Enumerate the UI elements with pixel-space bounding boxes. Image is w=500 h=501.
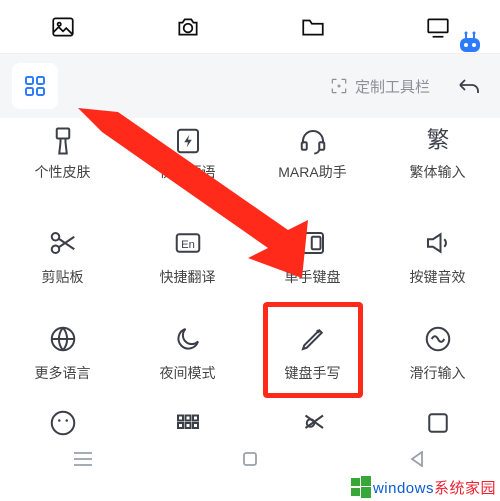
tool-label: MARA助手: [278, 162, 346, 182]
tool-item[interactable]: [0, 400, 125, 446]
svg-text:繁: 繁: [426, 127, 449, 152]
action-folder[interactable]: [250, 14, 375, 40]
action-camera[interactable]: [125, 14, 250, 40]
customize-toolbar-button[interactable]: 定制工具栏: [329, 76, 430, 97]
tool-skin[interactable]: 个性皮肤: [0, 122, 125, 208]
tool-label: 剪贴板: [42, 267, 84, 287]
tool-header: 定制工具栏: [0, 54, 500, 118]
tool-label: 单手键盘: [285, 267, 341, 287]
camera-icon: [175, 14, 201, 40]
tool-row: 个性皮肤 快捷短语 MARA助手 繁 繁体输入: [0, 122, 500, 208]
tool-one-hand-keyboard[interactable]: 单手键盘: [250, 208, 375, 304]
brush-icon: [48, 126, 78, 156]
tool-quick-phrase[interactable]: 快捷短语: [125, 122, 250, 208]
tool-item[interactable]: [250, 400, 375, 446]
tool-traditional-input[interactable]: 繁 繁体输入: [375, 122, 500, 208]
tool-label: 滑行输入: [410, 363, 466, 383]
tool-label: 快捷翻译: [160, 267, 216, 287]
wave-icon: [423, 321, 453, 357]
tool-label: 更多语言: [35, 363, 91, 383]
tool-keyboard-handwriting[interactable]: 键盘手写: [250, 304, 375, 400]
grid-view-button[interactable]: [12, 63, 58, 109]
expand-icon: [329, 76, 349, 96]
tool-label: 快捷短语: [160, 162, 216, 182]
tool-label: 键盘手写: [285, 363, 341, 383]
tool-grid: 个性皮肤 快捷短语 MARA助手 繁 繁体输入 剪贴板 En 快捷翻译 单手键盘: [0, 118, 500, 446]
system-nav-bar: [0, 444, 500, 474]
customize-toolbar-label: 定制工具栏: [355, 76, 430, 97]
tool-more-languages[interactable]: 更多语言: [0, 304, 125, 400]
nav-back[interactable]: [334, 451, 499, 467]
nav-home[interactable]: [167, 451, 332, 467]
back-button[interactable]: [450, 67, 488, 105]
headset-icon: [298, 126, 328, 156]
tool-label: 夜间模式: [160, 363, 216, 383]
tool-quick-translate[interactable]: En 快捷翻译: [125, 208, 250, 304]
folder-icon: [300, 14, 326, 40]
traditional-char-icon: 繁: [423, 126, 453, 156]
tool-row: 更多语言 夜间模式 键盘手写 滑行输入: [0, 304, 500, 400]
globe-icon: [48, 321, 78, 357]
action-bar: [0, 0, 500, 54]
scissors-icon: [48, 225, 78, 261]
tool-row: [0, 400, 500, 446]
watermark-text: windows系统家园: [371, 474, 500, 500]
windows-logo-icon: [351, 476, 373, 498]
svg-text:En: En: [181, 239, 195, 251]
square-icon: [423, 405, 453, 441]
lightning-note-icon: [173, 126, 203, 156]
assistant-robot-icon[interactable]: [454, 28, 486, 60]
tool-key-sound[interactable]: 按键音效: [375, 208, 500, 304]
one-hand-icon: [298, 225, 328, 261]
emoji-icon: [48, 405, 78, 441]
tool-mara-assistant[interactable]: MARA助手: [250, 122, 375, 208]
mic-icon: [298, 405, 328, 441]
keypad-icon: [173, 405, 203, 441]
tool-row: 剪贴板 En 快捷翻译 单手键盘 按键音效: [0, 208, 500, 304]
action-image[interactable]: [0, 14, 125, 40]
undo-icon: [456, 75, 482, 97]
tool-swipe-input[interactable]: 滑行输入: [375, 304, 500, 400]
tool-night-mode[interactable]: 夜间模式: [125, 304, 250, 400]
image-icon: [50, 14, 76, 40]
translate-icon: En: [173, 225, 203, 261]
tool-label: 繁体输入: [410, 162, 466, 182]
pencil-icon: [298, 321, 328, 357]
tool-item[interactable]: [125, 400, 250, 446]
tool-clipboard[interactable]: 剪贴板: [0, 208, 125, 304]
tool-label: 按键音效: [410, 267, 466, 287]
tool-item[interactable]: [375, 400, 500, 446]
tool-label: 个性皮肤: [35, 162, 91, 182]
nav-menu[interactable]: [1, 452, 166, 466]
speaker-icon: [423, 225, 453, 261]
watermark: windows系统家园: [351, 474, 500, 500]
moon-icon: [173, 321, 203, 357]
monitor-icon: [425, 14, 451, 40]
